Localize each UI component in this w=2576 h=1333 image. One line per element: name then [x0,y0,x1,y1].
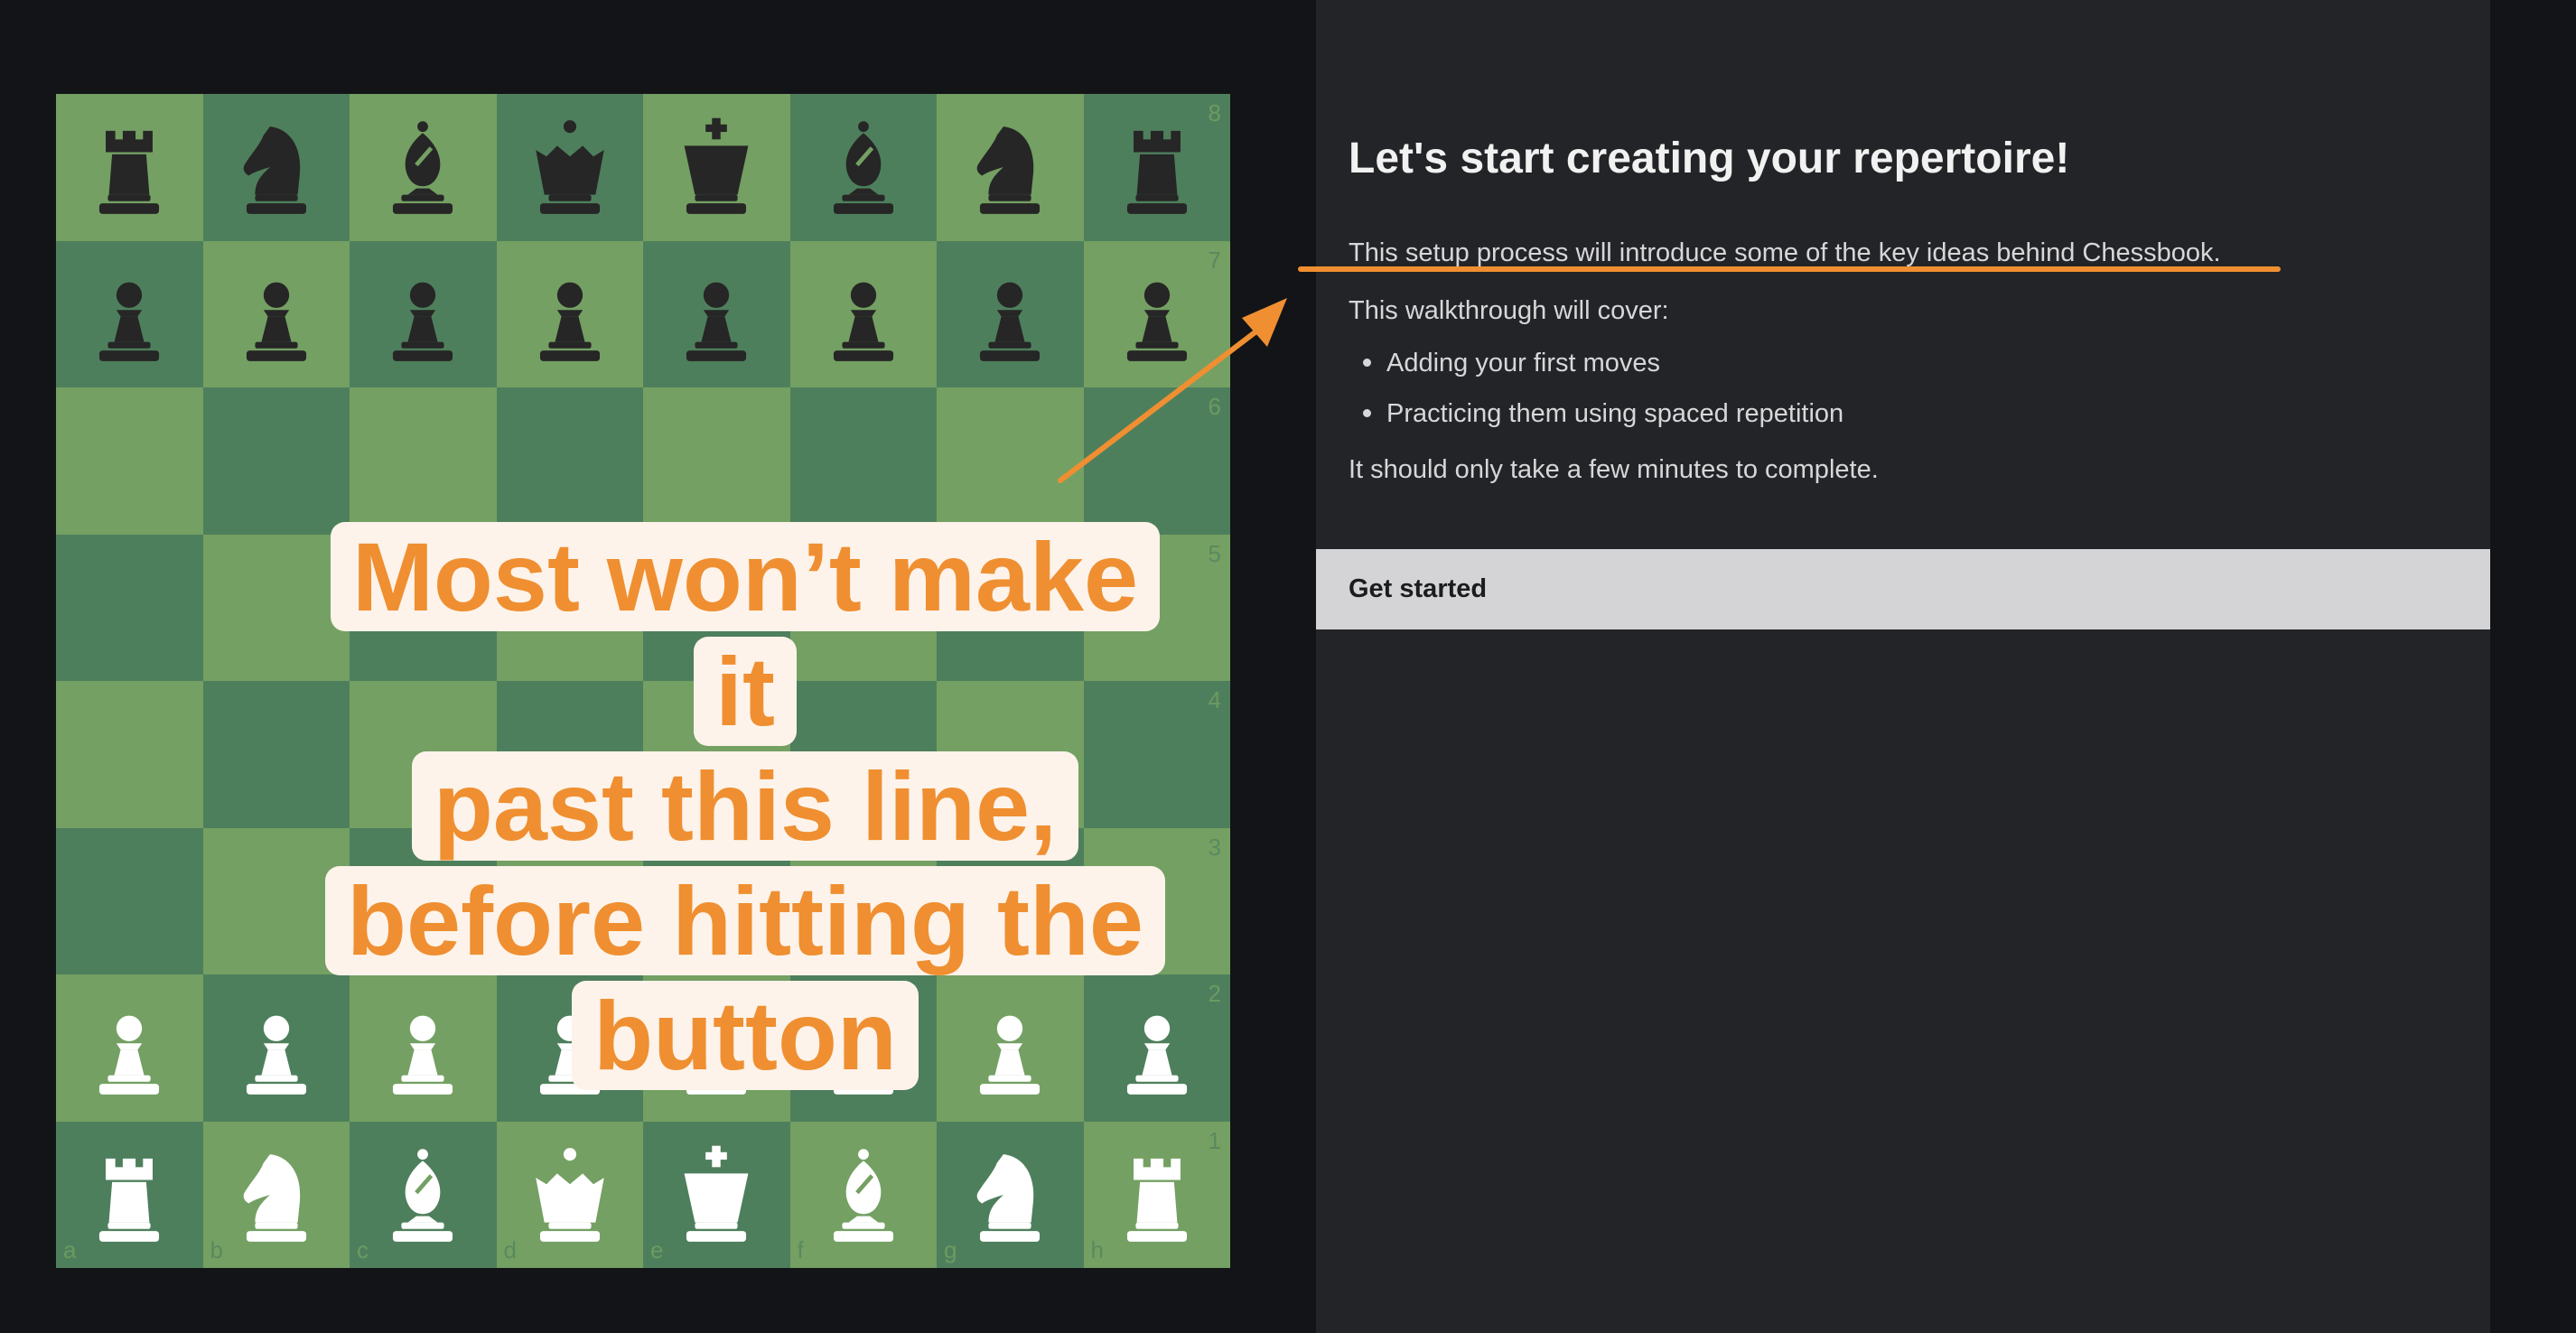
board-square-h6[interactable]: 6 [1083,387,1230,535]
page-title: Let's start creating your repertoire! [1349,135,2070,182]
app-root: 8765432abcdefg1h Most won’t make it past… [0,0,2576,1333]
walkthrough-list: Adding your first moves Practicing them … [1349,345,2432,432]
black-bishop-icon[interactable] [790,94,938,241]
closing-text: It should only take a few minutes to com… [1349,455,1879,484]
board-square-g7[interactable] [937,240,1084,388]
board-square-g1[interactable]: g [937,1121,1084,1269]
board-square-c7[interactable] [350,240,497,388]
board-square-c8[interactable] [350,94,497,241]
list-item: Practicing them using spaced repetition [1349,396,2432,432]
caption-line-3: before hitting the [325,866,1165,975]
board-square-d8[interactable] [496,94,644,241]
board-square-a3[interactable] [56,827,203,974]
board-square-g8[interactable] [937,94,1084,241]
board-square-a8[interactable] [56,94,203,241]
black-rook-icon[interactable] [56,94,203,241]
board-square-e8[interactable] [643,94,790,241]
board-square-e1[interactable]: e [643,1121,790,1269]
rank-label: 5 [1208,539,1221,567]
white-bishop-icon[interactable] [790,1122,938,1269]
board-square-a5[interactable] [56,534,203,681]
intro-text: This setup process will introduce some o… [1349,238,2221,267]
caption-line-2: past this line, [411,751,1079,861]
board-square-d6[interactable] [496,387,643,535]
black-pawn-icon[interactable] [643,241,790,388]
black-bishop-icon[interactable] [350,94,497,241]
rank-label: 4 [1208,686,1221,713]
board-square-b8[interactable] [202,94,350,241]
board-square-h1[interactable]: 1h [1083,1121,1231,1269]
board-square-a6[interactable] [56,387,203,535]
white-bishop-icon[interactable] [350,1122,497,1269]
onboarding-panel: Let's start creating your repertoire! Th… [1316,0,2490,1333]
bullet-icon [1363,409,1371,417]
onboarding-content: Let's start creating your repertoire! Th… [1349,126,2432,488]
black-pawn-icon[interactable] [497,241,644,388]
board-square-c1[interactable]: c [350,1121,497,1269]
bullet-icon [1363,359,1371,367]
black-knight-icon[interactable] [203,94,350,241]
white-king-icon[interactable] [643,1122,790,1269]
white-rook-icon[interactable] [56,1122,203,1269]
board-square-a7[interactable] [56,240,203,388]
board-square-a1[interactable]: a [56,1121,203,1269]
board-square-f1[interactable]: f [789,1121,938,1269]
black-queen-icon[interactable] [497,94,644,241]
black-pawn-icon[interactable] [203,241,350,388]
annotation-arrow-head [1242,298,1287,347]
board-square-d1[interactable]: d [496,1121,644,1269]
black-pawn-icon[interactable] [56,241,203,388]
board-square-d7[interactable] [496,240,644,388]
board-square-e7[interactable] [643,240,790,388]
overlay-caption: Most won’t make it past this line, befor… [298,519,1192,1093]
board-square-g6[interactable] [937,387,1084,535]
rank-label: 3 [1208,833,1221,861]
black-pawn-icon[interactable] [790,241,938,388]
board-square-f6[interactable] [789,387,937,535]
board-square-b1[interactable]: b [202,1121,350,1269]
get-started-button[interactable]: Get started [1316,549,2490,629]
white-knight-icon[interactable] [203,1122,350,1269]
white-queen-icon[interactable] [497,1122,644,1269]
black-knight-icon[interactable] [937,94,1084,241]
list-item-label: Adding your first moves [1386,349,1661,378]
white-knight-icon[interactable] [937,1122,1084,1269]
caption-line-1: Most won’t make it [330,522,1161,746]
board-square-h7[interactable]: 7 [1083,240,1231,388]
board-square-c6[interactable] [350,387,497,535]
black-pawn-icon[interactable] [937,241,1084,388]
white-rook-icon[interactable] [1084,1122,1231,1269]
board-square-h8[interactable]: 8 [1083,94,1231,241]
black-king-icon[interactable] [643,94,790,241]
board-square-e6[interactable] [643,387,790,535]
board-square-b6[interactable] [202,387,350,535]
list-item-label: Practicing them using spaced repetition [1386,399,1844,428]
black-pawn-icon[interactable] [1084,241,1231,388]
cover-heading: This walkthrough will cover: [1349,296,1669,325]
rank-label: 6 [1208,393,1221,420]
board-square-f7[interactable] [789,240,938,388]
caption-line-4: button [572,981,919,1090]
white-pawn-icon[interactable] [56,974,203,1122]
black-rook-icon[interactable] [1084,94,1231,241]
board-square-a4[interactable] [56,681,203,828]
board-square-b7[interactable] [202,240,350,388]
board-square-f8[interactable] [789,94,938,241]
board-square-a2[interactable] [56,974,203,1122]
black-pawn-icon[interactable] [350,241,497,388]
list-item: Adding your first moves [1349,345,2432,381]
